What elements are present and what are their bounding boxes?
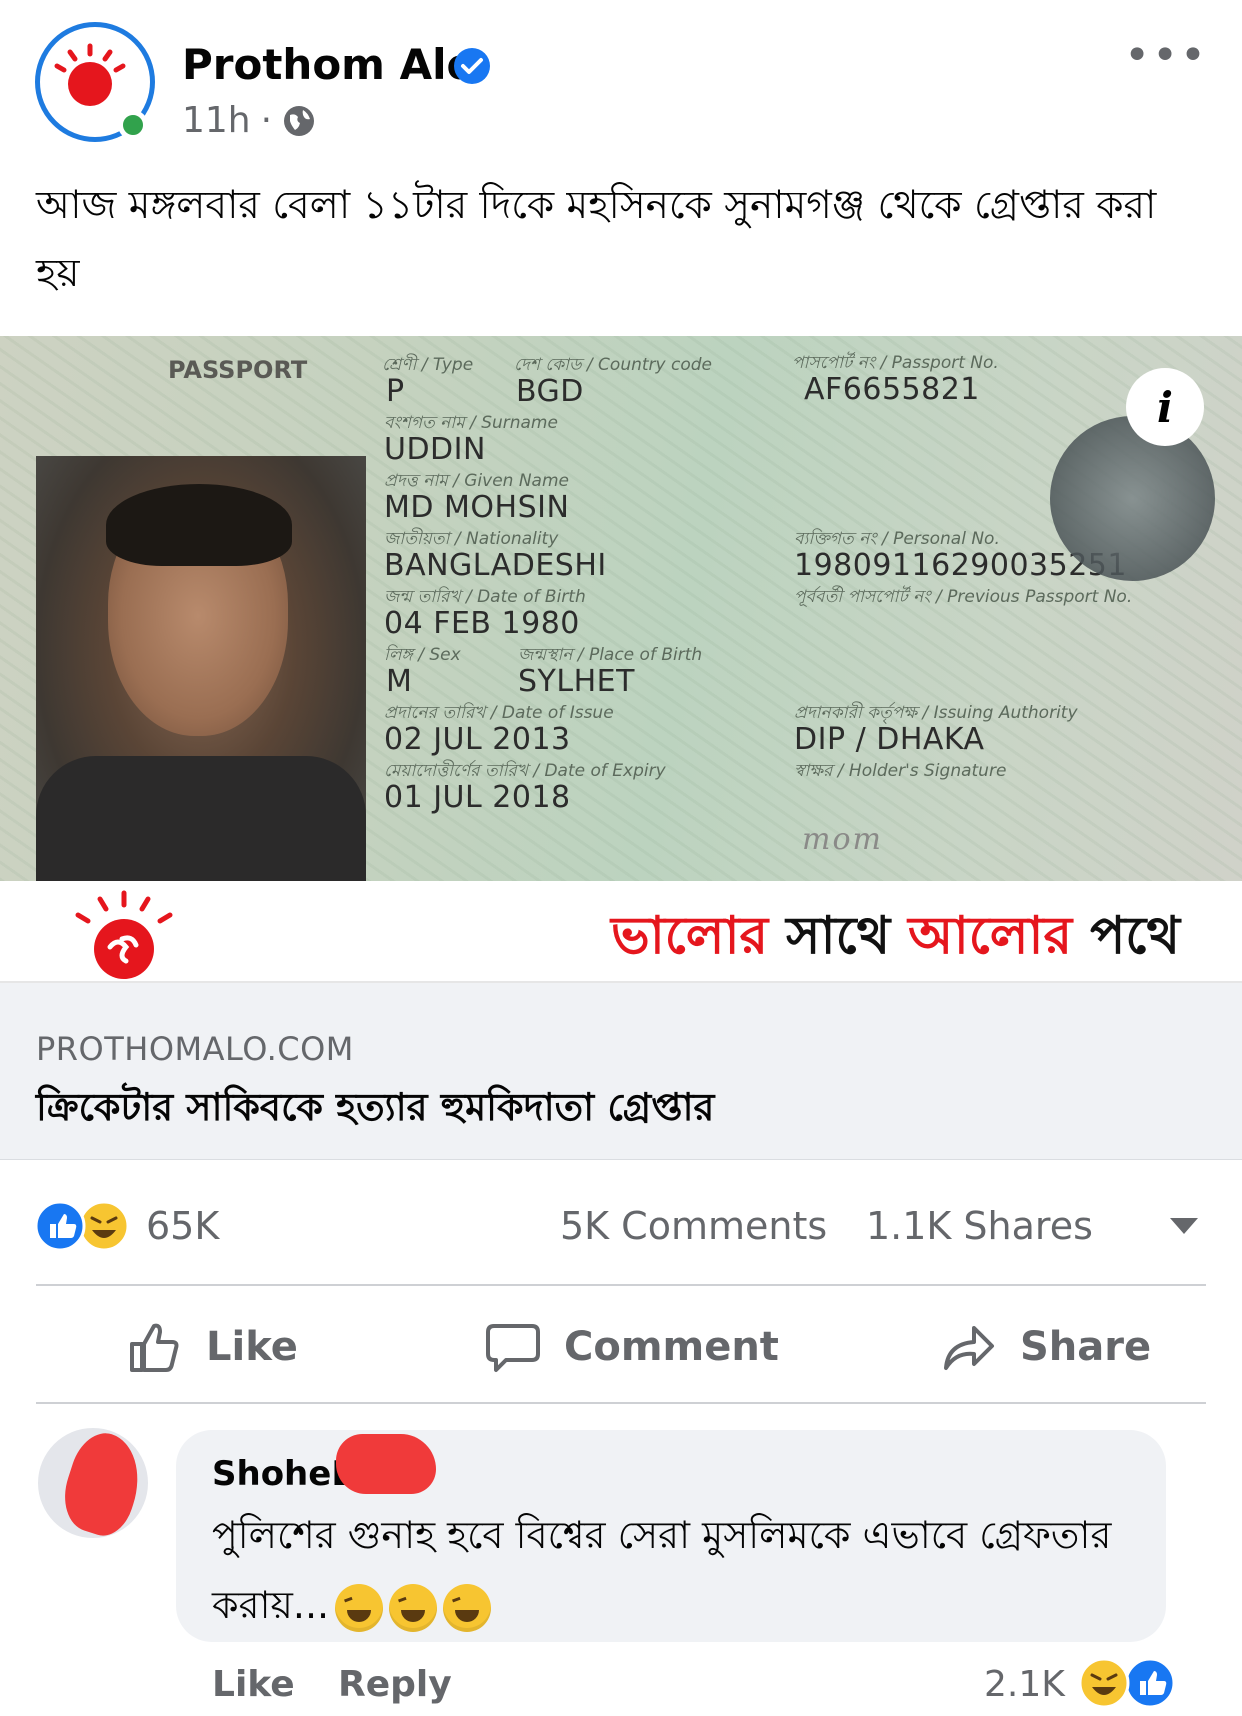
slogan-word-3: আলোর [908, 906, 1073, 966]
issue-date-value: 02 JUL 2013 [384, 722, 571, 757]
actions-divider [36, 1402, 1206, 1404]
rofl-emoji-icon [389, 1583, 438, 1632]
meta-separator: · [260, 100, 273, 141]
authority-value: DIP / DHAKA [794, 722, 985, 757]
country-value: BGD [516, 374, 584, 409]
comment-reply-button[interactable]: Reply [338, 1664, 452, 1705]
holder-signature: mom [802, 822, 883, 857]
online-status-dot [118, 110, 148, 140]
slogan-word-2: সাথে [786, 906, 891, 966]
given-name-value: MD MOHSIN [384, 490, 570, 525]
signature-label: স্বাক্ষর / Holder's Signature [794, 761, 1007, 781]
place-of-birth-value: SYLHET [518, 664, 635, 699]
haha-reaction-icon [78, 1200, 130, 1252]
previous-passport-label: পূর্ববর্তী পাসপোর্ট নং / Previous Passpo… [794, 587, 1133, 607]
hologram-seal [1050, 416, 1215, 581]
comment-reaction-count[interactable]: 2.1K [984, 1664, 1065, 1705]
passport-photo [36, 456, 366, 881]
thumbs-up-icon [130, 1323, 179, 1372]
share-button[interactable]: Share [940, 1318, 1151, 1376]
comment-author[interactable]: ShoheL [212, 1454, 353, 1494]
link-domain: PROTHOMALO.COM [36, 1030, 354, 1068]
link-title[interactable]: ক্রিকেটার সাকিবকে হত্যার হুমকিদাতা গ্রেপ… [36, 1078, 714, 1142]
nationality-value: BANGLADESHI [384, 548, 607, 583]
share-arrow-icon [944, 1326, 994, 1370]
like-label: Like [206, 1324, 298, 1370]
reaction-icons[interactable] [34, 1200, 134, 1252]
commenter-avatar[interactable] [38, 1428, 148, 1538]
page-name[interactable]: Prothom Alo [182, 40, 475, 89]
post-meta: 11h · [182, 100, 316, 141]
comment-button[interactable]: Comment [484, 1318, 779, 1376]
reaction-count[interactable]: 65K [146, 1204, 219, 1248]
prothom-alo-logo-icon [54, 43, 126, 106]
post-time[interactable]: 11h [182, 100, 251, 141]
haha-reaction-icon [1078, 1657, 1130, 1709]
more-options-button[interactable]: ••• [1124, 30, 1208, 81]
prothom-alo-emblem-icon [75, 890, 173, 979]
shares-count[interactable]: 1.1K Shares [866, 1204, 1093, 1248]
slogan-word-1: ভালোর [610, 906, 769, 966]
passport-number-value: AF6655821 [804, 372, 980, 407]
comment-label: Comment [564, 1324, 779, 1370]
like-reaction-icon [34, 1200, 86, 1252]
post-caption: আজ মঙ্গলবার বেলা ১১টার দিকে মহসিনকে সুনা… [36, 183, 1157, 296]
comment-bubble-icon [486, 1324, 540, 1372]
expiry-date-value: 01 JUL 2018 [384, 780, 571, 815]
share-label: Share [1020, 1324, 1152, 1370]
info-button[interactable]: i [1126, 368, 1204, 446]
type-value: P [386, 374, 405, 409]
like-reaction-icon [1124, 1657, 1176, 1709]
passport-header: PASSPORT [168, 356, 308, 384]
sex-value: M [386, 664, 413, 699]
comment-reaction-icons[interactable] [1074, 1656, 1178, 1710]
like-button[interactable]: Like [126, 1318, 298, 1376]
slogan-word-4: পথে [1090, 906, 1180, 966]
rofl-emoji-icon [443, 1583, 492, 1632]
comment-like-button[interactable]: Like [212, 1664, 295, 1705]
rofl-emoji-icon [335, 1583, 384, 1632]
audience-dropdown-icon[interactable] [1170, 1218, 1198, 1234]
banner-slogan: ভালোর সাথে আলোর পথে [611, 895, 1180, 982]
promo-banner: ভালোর সাথে আলোর পথে [0, 881, 1242, 983]
dob-value: 04 FEB 1980 [384, 606, 580, 641]
globe-icon [284, 105, 315, 136]
comments-count[interactable]: 5K Comments [560, 1204, 827, 1248]
stats-divider [36, 1284, 1206, 1286]
redaction-mark [336, 1434, 436, 1494]
comment-text: পুলিশের গুনাহ হবে বিশ্বের সেরা মুসলিমকে … [212, 1500, 1142, 1640]
passport-image[interactable]: PASSPORT শ্রেণী / Type P দেশ কোড / Count… [0, 336, 1242, 881]
verified-badge-icon [454, 48, 490, 84]
surname-value: UDDIN [384, 432, 486, 467]
